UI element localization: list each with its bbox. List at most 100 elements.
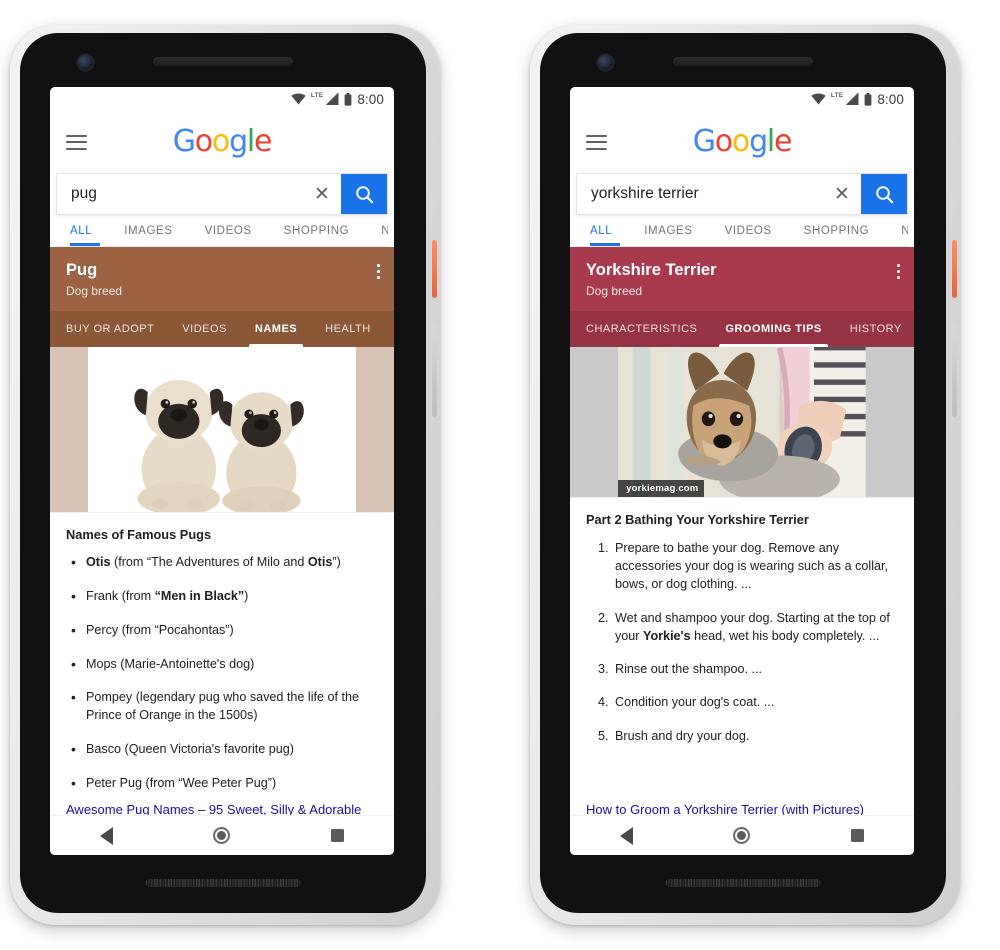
- tab-all[interactable]: ALL: [582, 215, 628, 246]
- hero-image-yorkie[interactable]: yorkiemag.com: [570, 346, 914, 497]
- logo-letter: o: [211, 124, 230, 159]
- status-bar: LTE 8:00: [570, 87, 914, 111]
- power-button[interactable]: [432, 240, 437, 298]
- page-title: Pug: [66, 261, 98, 279]
- android-nav-bar[interactable]: [570, 815, 914, 855]
- bold-text: Otis: [307, 554, 333, 569]
- phone-screen: LTE 8:00 Google pug ✕ ALL IMAGES VIDEOS …: [50, 87, 394, 855]
- hero-image-plate: yorkiemag.com: [618, 346, 866, 497]
- logo-letter: G: [172, 124, 196, 159]
- bottom-speaker: [665, 879, 821, 887]
- bold-text: Yorkie's: [643, 628, 691, 643]
- page-subtitle: Dog breed: [66, 283, 123, 298]
- pug-photo: [134, 379, 304, 512]
- search-bar[interactable]: pug ✕: [56, 173, 388, 215]
- related-link[interactable]: Awesome Pug Names – 95 Sweet, Silly & Ad…: [66, 802, 384, 815]
- content-card: Names of Famous Pugs Otis (from “The Adv…: [50, 511, 394, 815]
- hamburger-menu-icon[interactable]: [586, 134, 607, 150]
- recents-square-icon[interactable]: [330, 829, 344, 842]
- kp-tab-grooming-tips[interactable]: GROOMING TIPS: [711, 311, 835, 347]
- plain-text: Prepare to bathe your dog. Remove any ac…: [615, 540, 888, 592]
- android-nav-bar[interactable]: [50, 815, 394, 855]
- google-app-header: Google: [50, 111, 394, 173]
- search-bar[interactable]: yorkshire terrier ✕: [576, 173, 908, 215]
- clear-x-icon[interactable]: ✕: [303, 174, 341, 214]
- plain-text: Percy (from “Pocahontas”): [86, 622, 234, 637]
- power-button[interactable]: [952, 240, 957, 298]
- knowledge-panel-header: Yorkshire Terrier Dog breed: [570, 247, 914, 311]
- plain-text: (from “The Adventures of Milo and: [110, 554, 308, 569]
- earpiece-speaker: [153, 57, 293, 66]
- list-item: Brush and dry your dog.: [612, 727, 898, 745]
- image-watermark: yorkiemag.com: [618, 479, 705, 497]
- tab-videos[interactable]: VIDEOS: [709, 215, 788, 246]
- kp-tab-videos[interactable]: VIDEOS: [168, 311, 241, 347]
- content-heading: Names of Famous Pugs: [66, 526, 212, 542]
- back-triangle-icon[interactable]: [620, 826, 634, 845]
- kp-tab-names[interactable]: NAMES: [241, 311, 311, 347]
- search-button[interactable]: [861, 174, 907, 214]
- kp-tab-characteristics[interactable]: CHARACTERISTICS: [570, 311, 711, 347]
- wifi-icon: [811, 93, 826, 105]
- related-link[interactable]: How to Groom a Yorkshire Terrier (with P…: [586, 802, 904, 815]
- google-logo: Google: [693, 124, 793, 159]
- volume-rocker[interactable]: [952, 325, 957, 417]
- page-title: Yorkshire Terrier: [586, 261, 717, 279]
- network-type-label: LTE: [830, 91, 844, 99]
- recents-square-icon[interactable]: [850, 829, 864, 842]
- search-result-tabs[interactable]: ALL IMAGES VIDEOS SHOPPING NEWS MA: [576, 215, 908, 247]
- battery-icon: [864, 92, 872, 106]
- tab-all[interactable]: ALL: [62, 215, 108, 246]
- network-type-label: LTE: [310, 91, 324, 99]
- plain-text: Peter Pug (from “Wee Peter Pug”): [86, 776, 277, 791]
- front-camera-icon: [78, 55, 93, 70]
- plain-text: Pompey (legendary pug who saved the life…: [86, 690, 360, 723]
- knowledge-panel-tabs[interactable]: BUY OR ADOPT VIDEOS NAMES HEALTH HOW TO …: [50, 310, 394, 347]
- earpiece-speaker: [673, 57, 813, 66]
- search-button[interactable]: [341, 174, 387, 214]
- tab-images[interactable]: IMAGES: [628, 215, 708, 246]
- kebab-menu-icon[interactable]: [897, 264, 900, 279]
- tab-images[interactable]: IMAGES: [108, 215, 188, 246]
- screenshot-stage: LTE 8:00 Google pug ✕ ALL IMAGES VIDEOS …: [0, 0, 1000, 950]
- hero-image-pugs[interactable]: [50, 346, 394, 512]
- phone-top-bar: [20, 33, 426, 95]
- signal-icon: [326, 93, 339, 105]
- google-app-header: Google: [570, 111, 914, 173]
- list-item: Basco (Queen Victoria's favorite pug): [66, 740, 378, 760]
- tab-shopping[interactable]: SHOPPING: [788, 215, 886, 246]
- search-input[interactable]: yorkshire terrier: [577, 174, 823, 214]
- home-circle-icon[interactable]: [213, 827, 231, 844]
- clear-x-icon[interactable]: ✕: [823, 174, 861, 214]
- clock-label: 8:00: [877, 91, 904, 107]
- kp-tab-history[interactable]: HISTORY: [836, 311, 914, 347]
- tab-shopping[interactable]: SHOPPING: [268, 215, 366, 246]
- search-input[interactable]: pug: [57, 174, 303, 214]
- plain-text: ”): [332, 554, 341, 569]
- search-result-tabs[interactable]: ALL IMAGES VIDEOS SHOPPING NEWS MA: [56, 215, 388, 247]
- tab-videos[interactable]: VIDEOS: [189, 215, 268, 246]
- kp-tab-health[interactable]: HEALTH: [311, 311, 385, 347]
- kp-tab-buy-or-adopt[interactable]: BUY OR ADOPT: [50, 311, 168, 347]
- plain-text: Basco (Queen Victoria's favorite pug): [86, 742, 294, 757]
- signal-icon: [846, 93, 859, 105]
- plain-text: Frank (from: [86, 588, 155, 603]
- volume-rocker[interactable]: [432, 325, 437, 417]
- home-circle-icon[interactable]: [733, 827, 751, 844]
- phone-bezel: LTE 8:00 Google pug ✕ ALL IMAGES VIDEOS …: [20, 33, 426, 913]
- grooming-steps-list: Prepare to bathe your dog. Remove any ac…: [586, 539, 898, 745]
- back-triangle-icon[interactable]: [100, 826, 114, 845]
- plain-text: ): [244, 588, 249, 603]
- content-heading: Part 2 Bathing Your Yorkshire Terrier: [586, 511, 809, 527]
- phone-device-pug: LTE 8:00 Google pug ✕ ALL IMAGES VIDEOS …: [10, 25, 440, 925]
- hamburger-menu-icon[interactable]: [66, 134, 87, 150]
- bold-text: “Men in Black”: [154, 588, 245, 603]
- knowledge-panel-tabs[interactable]: CHARACTERISTICS GROOMING TIPS HISTORY SI…: [570, 310, 914, 347]
- logo-letter: o: [731, 124, 750, 159]
- content-card: Part 2 Bathing Your Yorkshire Terrier Pr…: [570, 496, 914, 815]
- kp-tab-how-to-train[interactable]: HOW TO TRAIN: [385, 311, 394, 347]
- kebab-menu-icon[interactable]: [377, 264, 380, 279]
- tab-news[interactable]: NEWS: [365, 215, 388, 246]
- tab-news[interactable]: NEWS: [885, 215, 908, 246]
- plain-text: Condition your dog's coat. ...: [615, 695, 775, 710]
